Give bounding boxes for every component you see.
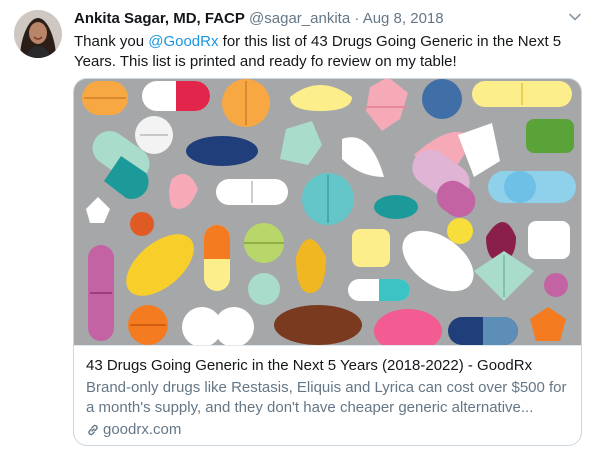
tweet-text-start: Thank you bbox=[74, 33, 149, 50]
link-icon bbox=[88, 424, 98, 436]
card-title[interactable]: 43 Drugs Going Generic in the Next 5 Yea… bbox=[86, 356, 569, 376]
card-body[interactable]: 43 Drugs Going Generic in the Next 5 Yea… bbox=[74, 345, 581, 445]
card-domain-text: goodrx.com bbox=[103, 421, 182, 438]
author-handle[interactable]: @sagar_ankita bbox=[249, 10, 350, 27]
tweet-header: Ankita Sagar, MD, FACP @sagar_ankita · A… bbox=[74, 9, 584, 29]
mention-link[interactable]: @GoodRx bbox=[148, 33, 218, 50]
tweet-date[interactable]: Aug 8, 2018 bbox=[363, 10, 444, 27]
separator-dot: · bbox=[354, 10, 360, 27]
avatar[interactable] bbox=[14, 10, 62, 58]
card-domain[interactable]: goodrx.com bbox=[86, 420, 569, 440]
link-card[interactable]: 43 Drugs Going Generic in the Next 5 Yea… bbox=[73, 78, 582, 446]
card-description: Brand-only drugs like Restasis, Eliquis … bbox=[86, 379, 567, 416]
card-image[interactable] bbox=[74, 79, 581, 353]
chevron-down-icon[interactable] bbox=[568, 10, 582, 24]
tweet-text: Thank you @GoodRx for this list of 43 Dr… bbox=[74, 32, 579, 72]
author-name[interactable]: Ankita Sagar, MD, FACP bbox=[74, 10, 245, 27]
